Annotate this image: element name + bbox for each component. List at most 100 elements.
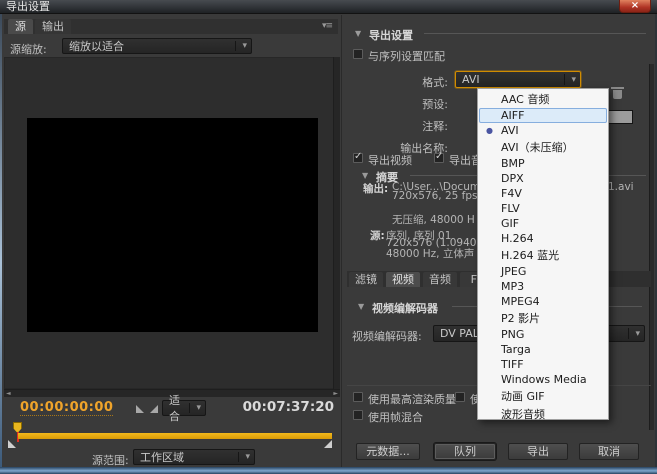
export-video-label: 导出视频 [368, 152, 412, 168]
format-option[interactable]: Targa [479, 342, 607, 357]
export-settings-heading: 导出设置 [369, 27, 413, 43]
format-option[interactable]: FLV [479, 201, 607, 216]
format-menu: AAC 音频 AIFF AVI AVI（未压缩） BMP DPX F4V [477, 88, 609, 420]
export-settings-dialog: 导出设置 × 源输出 ▾≡ 源缩放: 缩放以适合 ◄ ► 00:00:00:00… [0, 0, 657, 474]
delete-preset-icon[interactable] [613, 90, 622, 99]
action-button[interactable]: 导出 [508, 443, 568, 460]
selected-radio-icon [484, 373, 496, 386]
max-quality-checkbox[interactable] [353, 392, 363, 402]
format-option[interactable]: MP3 [479, 279, 607, 294]
in-point-icon[interactable] [136, 405, 144, 413]
summary-output-label: 输出: [363, 181, 388, 196]
selected-radio-icon [484, 406, 496, 422]
selected-radio-icon [484, 217, 496, 230]
title-bar[interactable]: 导出设置 [0, 0, 657, 14]
summary-source-label: 源: [370, 228, 385, 243]
action-button[interactable]: 队列 [434, 443, 496, 460]
format-option[interactable]: Windows Media [479, 372, 607, 387]
format-option[interactable]: JPEG [479, 264, 607, 279]
selected-radio-icon [484, 91, 496, 107]
format-dropdown[interactable]: AVI [455, 71, 581, 88]
source-scaling-dropdown[interactable]: 缩放以适合 [62, 38, 252, 54]
comment-label: 注释: [340, 118, 448, 134]
selected-radio-icon [484, 343, 496, 356]
duration-timecode: 00:07:37:20 [238, 399, 334, 415]
format-option[interactable]: MPEG4 [479, 294, 607, 309]
export-audio-checkbox[interactable] [434, 153, 444, 163]
format-option[interactable]: 波形音频 [479, 405, 607, 423]
frame-blend-label: 使用帧混合 [368, 409, 423, 425]
summary-output-path-end: 1.avi [608, 181, 634, 193]
preview-vertical-scrollbar[interactable] [333, 57, 340, 389]
selected-radio-icon [484, 328, 496, 341]
zoom-fit-dropdown[interactable]: 适合 [162, 400, 206, 416]
match-sequence-label: 与序列设置匹配 [368, 48, 445, 64]
codec-heading: 视频编解码器 [372, 300, 438, 316]
selected-radio-icon [484, 388, 496, 404]
format-option[interactable]: DPX [479, 171, 607, 186]
format-option[interactable]: H.264 蓝光 [479, 246, 607, 264]
selected-radio-icon [484, 310, 496, 326]
scroll-left-icon[interactable]: ◄ [6, 390, 11, 398]
selected-radio-icon [484, 157, 496, 170]
summary-triangle-icon[interactable]: ▼ [362, 171, 368, 180]
current-timecode[interactable]: 00:00:00:00 [20, 400, 113, 416]
format-option[interactable]: AIFF [479, 108, 607, 123]
source-scaling-label: 源缩放: [10, 41, 47, 57]
preset-label: 预设: [340, 96, 448, 112]
out-point-icon[interactable] [150, 405, 158, 413]
comment-input[interactable] [608, 110, 633, 124]
frame-blend-checkbox[interactable] [353, 410, 363, 420]
window-edge-bottom [0, 467, 657, 474]
codec-triangle-icon[interactable]: ▼ [358, 302, 364, 311]
collapse-triangle-icon[interactable]: ▼ [355, 29, 361, 38]
format-option[interactable]: 动画 GIF [479, 387, 607, 405]
format-option[interactable]: GIF [479, 216, 607, 231]
action-button[interactable]: 取消 [579, 443, 639, 460]
selected-radio-icon [484, 247, 496, 263]
use-previews-checkbox[interactable] [455, 392, 465, 402]
summary-source-detail2: 48000 Hz, 立体声 [386, 246, 474, 261]
format-option[interactable]: H.264 [479, 231, 607, 246]
format-option[interactable]: AAC 音频 [479, 90, 607, 108]
section-rule [424, 33, 646, 34]
format-label: 格式: [340, 74, 448, 90]
match-sequence-checkbox[interactable] [353, 49, 363, 59]
format-option[interactable]: BMP [479, 156, 607, 171]
settings-scrollbar[interactable] [649, 64, 654, 430]
settings-tab[interactable]: 滤镜 [349, 272, 383, 287]
settings-tab[interactable]: 视频 [386, 272, 420, 287]
export-video-checkbox[interactable] [353, 153, 363, 163]
scroll-right-icon[interactable]: ► [333, 390, 338, 398]
preview-tab[interactable]: 源 [8, 19, 33, 34]
source-range-dropdown[interactable]: 工作区域 [133, 449, 255, 465]
selected-radio-icon [484, 109, 496, 122]
video-preview-frame [27, 118, 318, 332]
selected-radio-icon [484, 265, 496, 278]
preview-tab-bar: 源输出 [4, 19, 338, 34]
work-area-right-handle[interactable] [324, 440, 332, 448]
summary-output-detail2: 无压缩, 48000 H [392, 212, 475, 227]
work-area-left-handle[interactable] [8, 440, 16, 448]
selected-radio-icon [484, 295, 496, 308]
format-option[interactable]: TIFF [479, 357, 607, 372]
format-option[interactable]: P2 影片 [479, 309, 607, 327]
action-button[interactable]: 元数据... [356, 443, 420, 460]
format-option[interactable]: F4V [479, 186, 607, 201]
selected-radio-icon [484, 172, 496, 185]
source-range-label: 源范围: [92, 452, 129, 468]
selected-radio-icon [484, 124, 496, 137]
max-quality-label: 使用最高渲染质量 [368, 391, 456, 407]
selected-radio-icon [484, 280, 496, 293]
selected-radio-icon [484, 202, 496, 215]
format-option[interactable]: AVI [479, 123, 607, 138]
format-option[interactable]: AVI（未压缩） [479, 138, 607, 156]
format-option[interactable]: PNG [479, 327, 607, 342]
close-button[interactable]: × [619, 0, 651, 13]
selected-radio-icon [484, 358, 496, 371]
selected-radio-icon [484, 232, 496, 245]
settings-tab[interactable]: 音频 [423, 272, 457, 287]
work-area-bar[interactable] [18, 433, 332, 439]
preview-tab[interactable]: 输出 [35, 19, 71, 34]
panel-menu-icon[interactable]: ▾≡ [318, 21, 336, 32]
